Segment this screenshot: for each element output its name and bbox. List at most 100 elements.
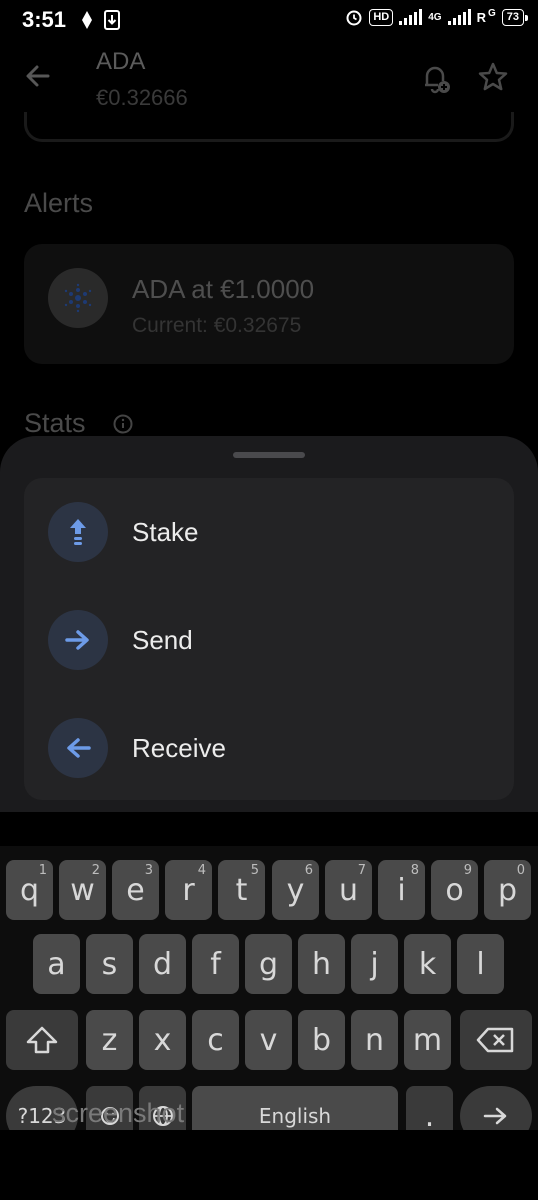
key-letter: y (286, 872, 305, 908)
signal-bars-icon (399, 9, 423, 25)
alert-card[interactable]: ADA at €1.0000 Current: €0.32675 (24, 244, 514, 364)
key[interactable]: a (33, 934, 80, 994)
backspace-key[interactable] (460, 1010, 532, 1070)
navigation-bar-area (0, 1130, 538, 1200)
app-notification-icon (82, 11, 93, 29)
key[interactable]: h (298, 934, 345, 994)
actions-bottom-sheet: Stake Send Receive (0, 436, 538, 816)
back-button[interactable] (22, 60, 58, 96)
space-key-label: English (258, 1104, 332, 1128)
stats-heading: Stats (24, 408, 86, 438)
key-hint: 7 (357, 863, 366, 878)
bell-plus-icon (425, 66, 450, 94)
on-screen-keyboard: q1 w2 e3 r4 t5 y6 u7 i8 o9 p0 a s d f g … (0, 812, 538, 1146)
stake-action[interactable]: Stake (24, 482, 514, 582)
receive-action[interactable]: Receive (24, 698, 514, 798)
key[interactable]: v (245, 1010, 292, 1070)
key[interactable]: w2 (59, 860, 106, 920)
backspace-icon (476, 1027, 514, 1053)
key[interactable]: x (139, 1010, 186, 1070)
key-hint: 0 (516, 863, 525, 878)
key-hint: 5 (250, 863, 259, 878)
arrow-right-icon (483, 1107, 507, 1125)
key[interactable]: l (457, 934, 504, 994)
send-label: Send (132, 624, 193, 655)
key[interactable]: u7 (325, 860, 372, 920)
stake-label: Stake (132, 516, 199, 547)
screenshot-watermark: screenshot (52, 1098, 185, 1128)
key-letter: p (497, 872, 518, 908)
send-action[interactable]: Send (24, 590, 514, 690)
key-letter: u (338, 872, 358, 908)
asset-header: ADA €0.32666 (0, 40, 538, 120)
key-hint: 1 (38, 863, 47, 878)
favorite-button[interactable] (476, 60, 512, 96)
key[interactable]: o9 (431, 860, 478, 920)
alerts-heading: Alerts (24, 188, 94, 218)
key-hint: 2 (91, 863, 100, 878)
key[interactable]: e3 (112, 860, 159, 920)
add-alert-button[interactable] (418, 60, 454, 96)
key-letter: e (126, 872, 145, 908)
shift-arrow-icon (26, 1026, 58, 1054)
network-type: 4G (428, 11, 442, 23)
status-left-icons (80, 10, 121, 30)
keyboard-row-1: q1 w2 e3 r4 t5 y6 u7 i8 o9 p0 (0, 860, 538, 922)
key-hint: 4 (197, 863, 206, 878)
roaming-indicator: R (476, 9, 486, 25)
key[interactable]: c (192, 1010, 239, 1070)
keyboard-row-3: z x c v b n m (0, 1010, 538, 1072)
key[interactable]: f (192, 934, 239, 994)
key-letter: q (19, 872, 40, 908)
key-letter: r (182, 872, 195, 908)
key[interactable]: z (86, 1010, 133, 1070)
previous-card-edge (24, 112, 514, 142)
shift-key[interactable] (6, 1010, 78, 1070)
signal-bars-2-icon (447, 9, 471, 25)
stake-arrow-up-icon (48, 502, 108, 562)
status-bar: 3:51 HD 4G R G 73 (0, 0, 538, 40)
status-time: 3:51 (22, 7, 67, 32)
download-notification-icon (104, 10, 121, 30)
alert-title: ADA at €1.0000 (132, 274, 315, 304)
key[interactable]: m (404, 1010, 451, 1070)
network-type-2: G (487, 7, 496, 19)
key-hint: 8 (410, 863, 419, 878)
battery-icon: 73 (501, 8, 529, 26)
actions-card: Stake Send Receive (24, 478, 514, 800)
drag-handle[interactable] (233, 452, 305, 458)
info-icon[interactable] (112, 413, 134, 435)
key[interactable]: b (298, 1010, 345, 1070)
key[interactable]: r4 (165, 860, 212, 920)
key[interactable]: q1 (6, 860, 53, 920)
key-letter: o (445, 872, 464, 908)
key-letter: t (235, 872, 248, 908)
arrow-left-icon (48, 718, 108, 778)
key-hint: 3 (144, 863, 153, 878)
alert-current-price: Current: €0.32675 (132, 314, 302, 337)
key-hint: 6 (304, 863, 313, 878)
alarm-icon (346, 10, 362, 26)
keyboard-suggestion-strip (0, 812, 538, 846)
key[interactable]: g (245, 934, 292, 994)
key[interactable]: p0 (484, 860, 531, 920)
key[interactable]: t5 (218, 860, 265, 920)
key-hint: 9 (463, 863, 472, 878)
key[interactable]: k (404, 934, 451, 994)
star-icon (478, 62, 508, 91)
key[interactable]: s (86, 934, 133, 994)
key-letter: i (397, 872, 406, 908)
asset-price: €0.32666 (96, 85, 188, 110)
arrow-right-icon (48, 610, 108, 670)
asset-title: ADA (96, 48, 146, 75)
key[interactable]: d (139, 934, 186, 994)
key[interactable]: n (351, 1010, 398, 1070)
keyboard-row-2: a s d f g h j k l (0, 934, 538, 996)
key[interactable]: i8 (378, 860, 425, 920)
cardano-logo-icon (48, 268, 108, 328)
key[interactable]: y6 (272, 860, 319, 920)
key[interactable]: j (351, 934, 398, 994)
status-right-icons: HD 4G R G 73 (345, 7, 529, 26)
hd-badge: HD (369, 8, 394, 26)
arrow-left-icon (26, 65, 50, 87)
